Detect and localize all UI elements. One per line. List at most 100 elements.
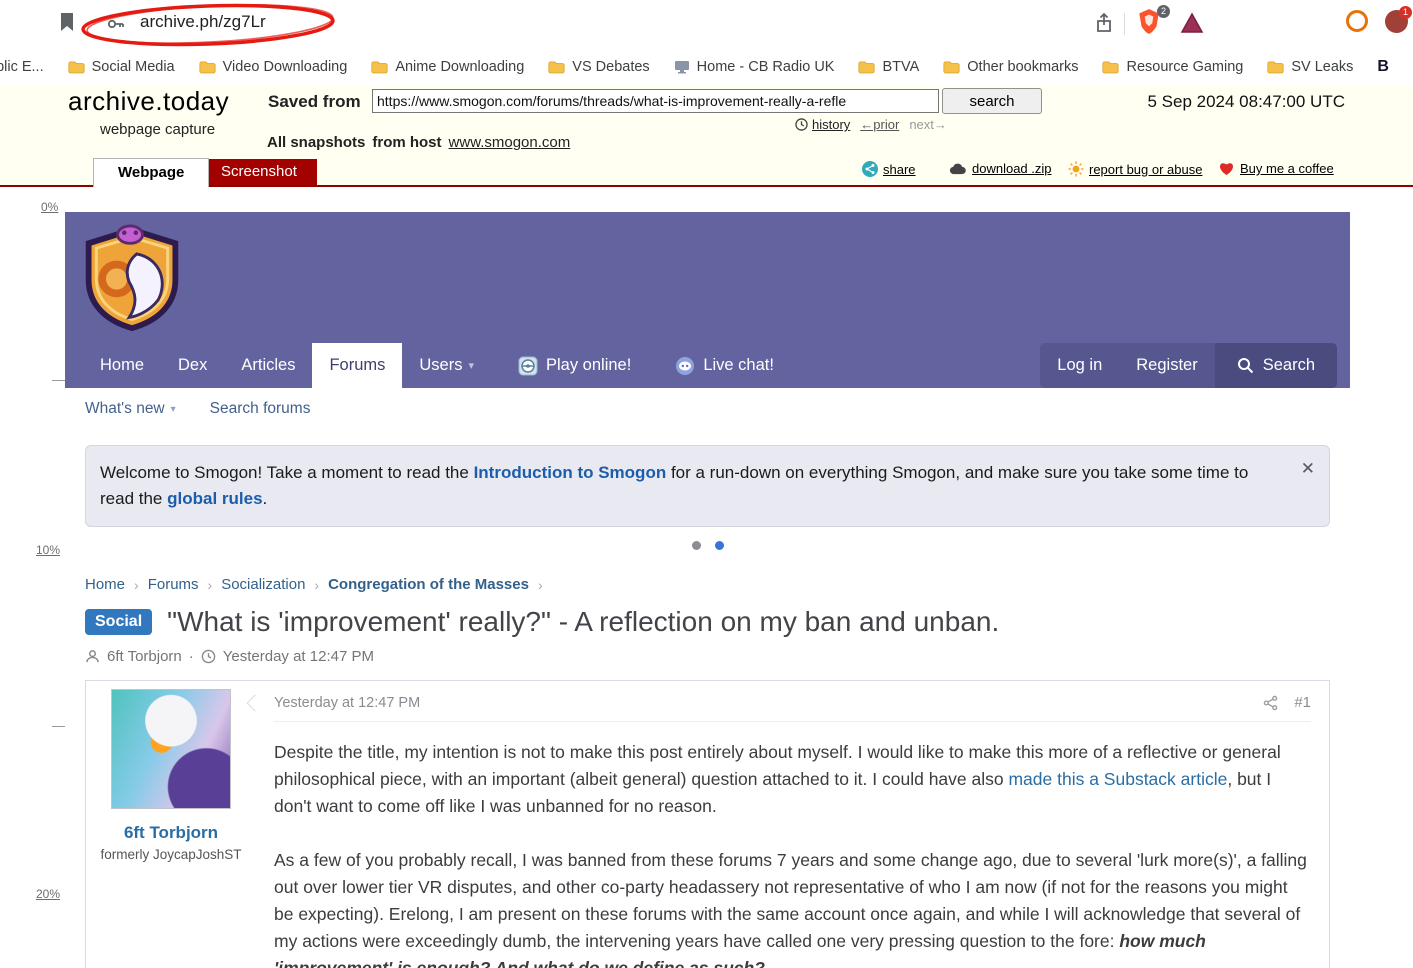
folder-icon (548, 60, 565, 73)
archive-search-button[interactable]: search (942, 88, 1042, 114)
bookmark-item[interactable]: Video Downloading (199, 58, 348, 75)
bookmark-item[interactable]: Other bookmarks (943, 59, 1078, 75)
discord-icon (676, 356, 695, 375)
ruler-tick (52, 726, 65, 727)
brave-rewards-icon[interactable] (1180, 12, 1204, 34)
chevron-right-icon: › (207, 576, 213, 593)
bookmark-item[interactable]: BTVA (858, 59, 919, 75)
whats-new-link[interactable]: What's new ▾ (85, 400, 176, 418)
buy-coffee-link[interactable]: Buy me a coffee (1218, 161, 1334, 176)
brave-shields-icon[interactable]: 2 (1136, 5, 1170, 38)
bulb-icon (1068, 161, 1084, 177)
url-bar[interactable]: archive.ph/zg7Lr (140, 12, 266, 32)
share-icon[interactable] (1093, 12, 1115, 34)
smogon-logo[interactable] (79, 222, 185, 334)
download-zip-link[interactable]: download .zip (948, 161, 1052, 176)
nav-live-chat[interactable]: Live chat! (658, 343, 791, 388)
next-link-disabled: next→ (909, 117, 947, 132)
all-snapshots-label: All snapshots (267, 134, 366, 151)
bookmark-flag-icon[interactable] (58, 11, 76, 33)
thread-created-link[interactable]: Yesterday at 12:47 PM (223, 648, 374, 665)
thread-title: "What is 'improvement' really?" - A refl… (167, 606, 1000, 637)
extension-icon[interactable] (1346, 10, 1368, 32)
thread-prefix-badge[interactable]: Social (85, 609, 153, 635)
substack-article-link[interactable]: made this a Substack article (1008, 769, 1227, 789)
bookmark-item[interactable]: B (1377, 58, 1389, 76)
post-timestamp-link[interactable]: Yesterday at 12:47 PM (274, 695, 420, 711)
post-number-link[interactable]: #1 (1294, 694, 1311, 711)
tab-webpage[interactable]: Webpage (93, 158, 210, 187)
nav-users-label: Users (419, 356, 463, 374)
prior-link[interactable]: ←prior (860, 117, 899, 132)
post-paragraph: As a few of you probably recall, I was b… (274, 847, 1311, 968)
introduction-link[interactable]: Introduction to Smogon (474, 463, 667, 482)
nav-articles[interactable]: Articles (224, 343, 312, 388)
nav-forums-active[interactable]: Forums (312, 343, 403, 388)
captured-page-area: 0% 10% 20% Home Dex Articles Forums User… (0, 187, 1413, 968)
saved-url-input[interactable] (372, 89, 939, 113)
close-icon[interactable]: ✕ (1301, 456, 1315, 482)
folder-icon (68, 60, 85, 73)
nav-play-online[interactable]: Play online! (501, 343, 648, 388)
breadcrumb: Home › Forums › Socialization › Congrega… (85, 576, 1330, 593)
post-header: Yesterday at 12:47 PM #1 (274, 681, 1311, 722)
bookmark-label: Video Downloading (222, 58, 348, 75)
breadcrumb-congregation[interactable]: Congregation of the Masses (328, 576, 529, 593)
thread-author-link[interactable]: 6ft Torbjorn (107, 648, 182, 665)
live-chat-label: Live chat! (703, 356, 774, 374)
bookmark-item[interactable]: Social Media (68, 59, 175, 75)
global-rules-link[interactable]: global rules (167, 489, 262, 508)
bookmarks-bar: ublic E... Social Media Video Downloadin… (0, 48, 1413, 85)
report-bug-link[interactable]: report bug or abuse (1068, 161, 1202, 177)
search-forums-link[interactable]: Search forums (210, 400, 311, 418)
archive-logo[interactable]: archive.today (68, 86, 229, 117)
ruler-0-percent[interactable]: 0% (41, 200, 58, 214)
bookmark-item[interactable]: Anime Downloading (371, 59, 524, 75)
post-username-link[interactable]: 6ft Torbjorn (86, 823, 256, 843)
bookmark-item[interactable]: Home - CB Radio UK (674, 58, 835, 75)
host-link[interactable]: www.smogon.com (449, 134, 571, 151)
history-link[interactable]: history (795, 117, 850, 132)
site-key-icon[interactable] (106, 14, 126, 34)
share-nodes-icon[interactable] (1263, 695, 1278, 711)
bookmark-label: Home - CB Radio UK (696, 58, 835, 75)
play-online-label: Play online! (546, 356, 632, 374)
thread-meta: 6ft Torbjorn · Yesterday at 12:47 PM (85, 648, 1330, 665)
login-button[interactable]: Log in (1040, 343, 1120, 388)
bookmark-favicon-b: B (1377, 57, 1389, 75)
avatar[interactable] (111, 689, 231, 809)
bookmark-item[interactable]: VS Debates (548, 59, 650, 75)
smogon-search-button[interactable]: Search (1214, 343, 1337, 388)
smogon-header: Home Dex Articles Forums Users ▾ Play on… (65, 212, 1350, 388)
nav-home[interactable]: Home (83, 343, 161, 388)
bookmark-item[interactable]: SV Leaks (1267, 59, 1353, 75)
profile-avatar[interactable]: 1 (1385, 6, 1412, 33)
register-button[interactable]: Register (1119, 343, 1215, 388)
breadcrumb-forums[interactable]: Forums (148, 576, 199, 593)
chevron-down-icon: ▾ (170, 403, 176, 415)
buy-coffee-label: Buy me a coffee (1240, 161, 1334, 176)
archive-share-link[interactable]: share (862, 161, 916, 177)
ruler-10-percent[interactable]: 10% (36, 543, 60, 557)
chevron-right-icon: › (314, 576, 320, 593)
carousel-dot-1[interactable] (691, 541, 701, 550)
folder-icon (1267, 60, 1284, 73)
bookmark-item[interactable]: Resource Gaming (1102, 59, 1243, 75)
heart-icon (1219, 163, 1234, 175)
chevron-down-icon: ▾ (468, 360, 474, 372)
breadcrumb-home[interactable]: Home (85, 576, 125, 593)
ruler-20-percent[interactable]: 20% (36, 887, 60, 901)
bookmark-label: ublic E... (0, 58, 44, 75)
toolbar-divider (1124, 13, 1125, 35)
carousel-dot-2[interactable] (714, 541, 724, 550)
breadcrumb-socialization[interactable]: Socialization (221, 576, 305, 593)
folder-icon (943, 60, 960, 73)
bookmark-label: Resource Gaming (1126, 58, 1244, 75)
download-zip-label: download .zip (972, 161, 1052, 176)
dot-separator: · (188, 648, 194, 665)
bookmark-item[interactable]: ublic E... (0, 59, 44, 75)
tab-screenshot[interactable]: Screenshot (201, 159, 317, 185)
nav-dex[interactable]: Dex (161, 343, 224, 388)
archive-divider-line (0, 185, 1413, 187)
nav-users[interactable]: Users ▾ (402, 343, 491, 388)
